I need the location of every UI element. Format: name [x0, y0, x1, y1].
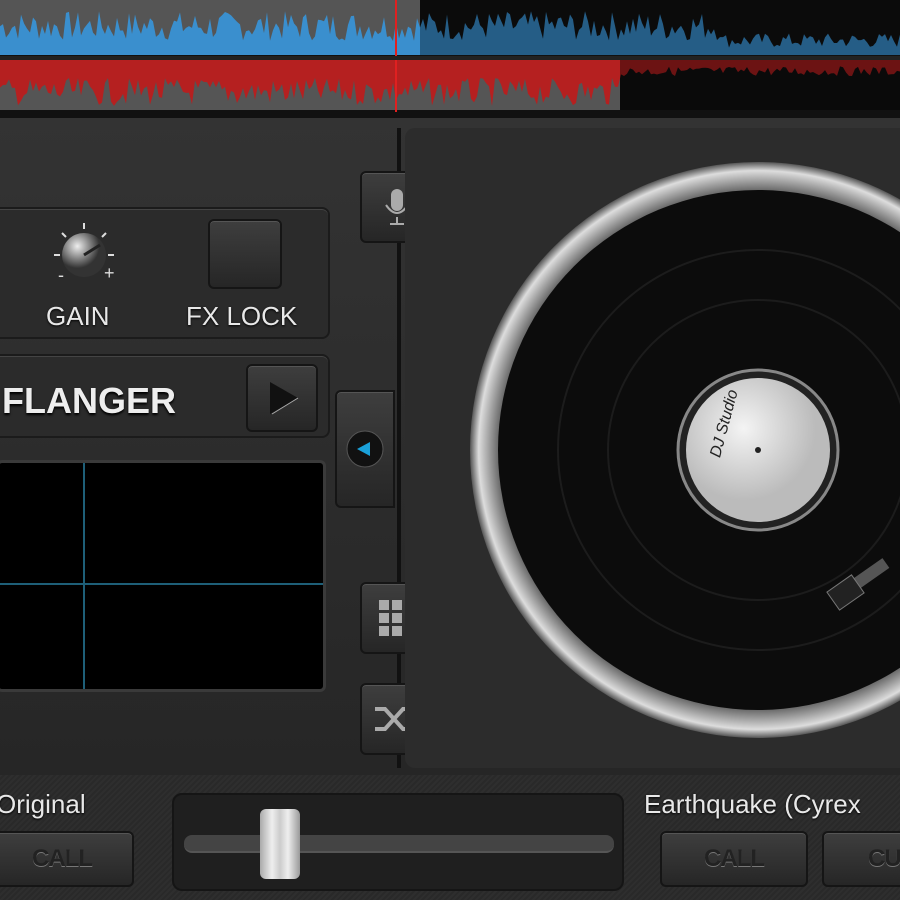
- vinyl-record: DJ Studio: [470, 162, 900, 738]
- left-call-label: CALL: [32, 845, 93, 872]
- gain-knob[interactable]: - +: [52, 221, 116, 285]
- left-call-button[interactable]: CALL: [0, 831, 134, 887]
- right-call-button[interactable]: CALL: [660, 831, 808, 887]
- waveform-top-played-shade: [420, 0, 900, 55]
- gain-minus: -: [58, 265, 64, 285]
- bottom-bar: Original CALL Earthquake (Cyrex CALL CU: [0, 775, 900, 900]
- waveform-graph[interactable]: [0, 0, 900, 118]
- fx-control-panel: - + GAIN FX LOCK: [0, 207, 330, 339]
- fx-lock-label: FX LOCK: [186, 301, 298, 331]
- collapse-panel-tab[interactable]: [335, 390, 395, 508]
- effect-name: FLANGER: [2, 380, 176, 421]
- right-call-label: CALL: [704, 845, 765, 872]
- mixer-area: - + GAIN FX LOCK FLANGER DJ Studio: [0, 118, 900, 775]
- right-track-title: Earthquake (Cyrex: [644, 789, 861, 819]
- gain-label: GAIN: [46, 301, 110, 331]
- effect-selector[interactable]: FLANGER: [0, 354, 330, 438]
- turntable[interactable]: DJ Studio: [470, 162, 900, 742]
- effect-play-button[interactable]: [246, 364, 318, 432]
- waveform-overview[interactable]: [0, 0, 900, 118]
- fx-lock-button[interactable]: [208, 219, 282, 289]
- waveform-bottom-played-shade: [620, 60, 900, 110]
- crossfader[interactable]: [172, 793, 624, 891]
- play-icon: [270, 382, 299, 415]
- xy-crosshair-horizontal: [0, 583, 323, 585]
- crossfader-handle[interactable]: [259, 809, 300, 879]
- right-cue-label: CU: [868, 845, 900, 872]
- crossfader-track: [184, 835, 614, 853]
- xy-crosshair-vertical: [83, 463, 85, 689]
- arrow-left-icon: [346, 430, 384, 468]
- right-cue-button[interactable]: CU: [822, 831, 900, 887]
- fx-xy-pad[interactable]: [0, 460, 326, 692]
- left-track-title: Original: [0, 789, 86, 819]
- gain-plus: +: [104, 263, 115, 283]
